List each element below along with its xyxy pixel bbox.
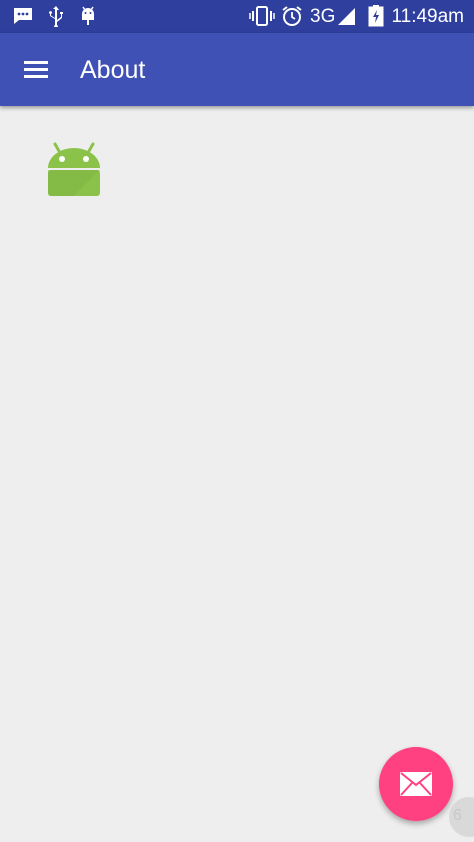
email-icon (400, 772, 432, 796)
android-robot-icon (46, 142, 102, 198)
page-title: About (80, 56, 146, 84)
network-type: 3G (310, 6, 336, 27)
hamburger-menu-icon[interactable] (14, 47, 60, 93)
floating-badge-text: 6 (453, 807, 462, 824)
menu-button[interactable] (14, 47, 60, 93)
message-icon (12, 5, 34, 32)
alarm-icon (281, 5, 303, 32)
vibrate-icon (249, 5, 275, 32)
floating-badge[interactable]: 6 (449, 797, 474, 837)
signal-icon (337, 5, 357, 32)
android-debug-icon (78, 5, 98, 32)
usb-icon (46, 5, 66, 32)
email-fab-button[interactable] (379, 747, 453, 821)
status-time: 11:49am (391, 6, 464, 27)
battery-charging-icon (368, 5, 384, 32)
app-bar: About (0, 33, 474, 106)
status-bar: 3G 11:49am (0, 0, 474, 33)
